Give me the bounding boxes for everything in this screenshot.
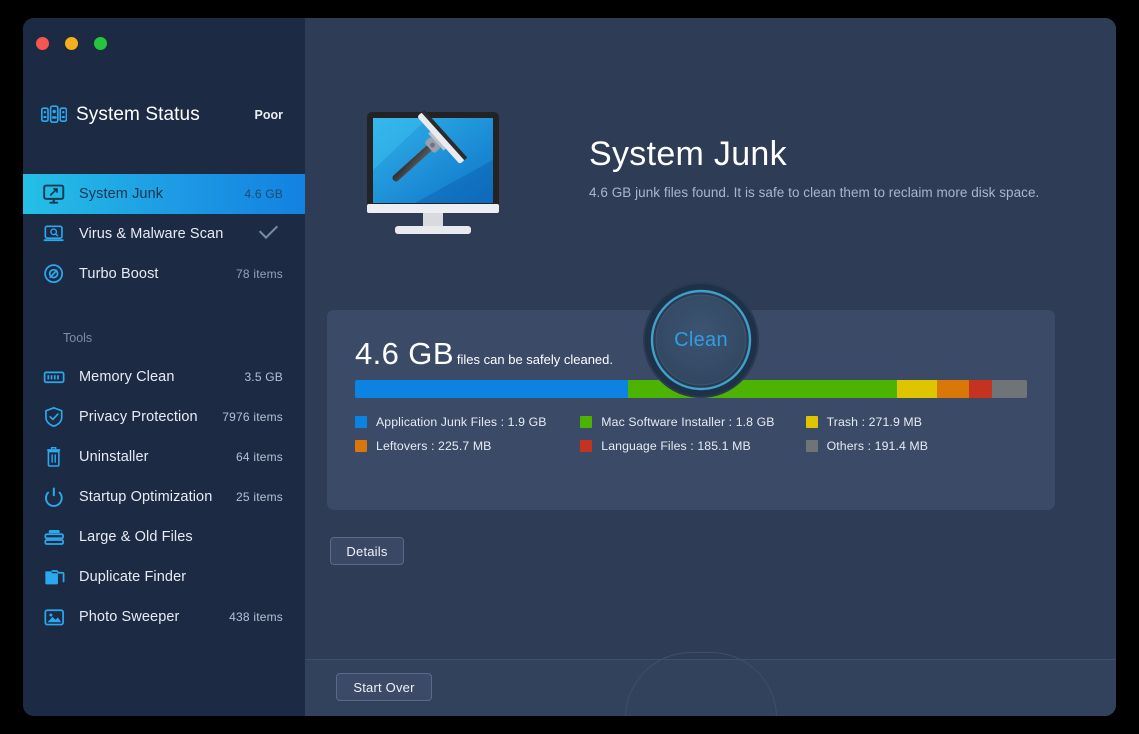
sidebar-item-value: 7976 items [222,410,283,424]
sidebar-item-value: 25 items [236,490,283,504]
cleanable-amount-suffix: files can be safely cleaned. [456,352,614,367]
sidebar-item-privacy-protection[interactable]: Privacy Protection 7976 items [23,397,305,437]
bar-segment-language-files [969,380,993,398]
junk-breakdown-legend: Application Junk Files : 1.9 GB Mac Soft… [355,410,1031,458]
legend-swatch [580,440,593,452]
legend-label: Leftovers : 225.7 MB [376,439,492,453]
system-status-icon [41,104,68,126]
system-status-title: System Status [76,104,200,125]
bar-segment-leftovers [936,380,970,398]
hero-text: System Junk 4.6 GB junk files found. It … [589,135,1040,201]
monitor-junk-icon [41,182,67,206]
sidebar-item-duplicate-finder[interactable]: Duplicate Finder [23,557,305,597]
hero-section: System Junk 4.6 GB junk files found. It … [345,108,1116,268]
window-controls [36,37,107,50]
sidebar-item-startup-optimization[interactable]: Startup Optimization 25 items [23,477,305,517]
tools-nav: Memory Clean 3.5 GB Privacy Protection 7… [23,357,305,637]
start-over-button[interactable]: Start Over [336,673,432,701]
cleanable-amount: 4.6 GB files can be safely cleaned. [355,336,613,372]
legend-label: Application Junk Files : 1.9 GB [376,415,547,429]
legend-swatch [805,440,818,452]
memory-icon [41,365,67,389]
sidebar-item-label: Photo Sweeper [79,609,180,625]
sidebar-item-label: Privacy Protection [79,409,198,425]
sidebar-item-value: 438 items [229,610,283,624]
sidebar-item-large-old-files[interactable]: Large & Old Files [23,517,305,557]
legend-item: Mac Software Installer : 1.8 GB [580,410,805,434]
sidebar-item-label: System Junk [79,186,164,202]
sidebar-item-label: Duplicate Finder [79,569,187,585]
tools-section-label: Tools [63,331,93,345]
sidebar: System Status Poor System Junk 4.6 GB Vi… [23,18,305,716]
sidebar-item-label: Large & Old Files [79,529,193,545]
power-icon [41,485,67,509]
sidebar-item-uninstaller[interactable]: Uninstaller 64 items [23,437,305,477]
shield-icon [41,405,67,429]
legend-item: Trash : 271.9 MB [805,410,1031,434]
cleanable-amount-value: 4.6 GB [355,336,454,371]
sidebar-item-label: Virus & Malware Scan [79,226,224,242]
clean-button[interactable]: Clean [641,280,761,400]
bar-segment-trash [896,380,937,398]
close-button[interactable] [36,37,49,50]
legend-item: Others : 191.4 MB [805,434,1031,458]
minimize-button[interactable] [65,37,78,50]
sidebar-item-label: Memory Clean [79,369,175,385]
sidebar-item-label: Startup Optimization [79,489,213,505]
sidebar-item-value: 78 items [236,267,283,281]
clean-button-label: Clean [674,328,728,351]
monitor-with-squeegee-illustration [353,108,513,248]
legend-label: Others : 191.4 MB [826,439,929,453]
photo-icon [41,605,67,629]
primary-nav: System Junk 4.6 GB Virus & Malware Scan [23,174,305,294]
stack-icon [41,525,67,549]
maximize-button[interactable] [94,37,107,50]
turbo-boost-icon [41,262,67,286]
legend-label: Language Files : 185.1 MB [601,439,751,453]
sidebar-item-system-junk[interactable]: System Junk 4.6 GB [23,174,305,214]
legend-swatch [355,416,367,428]
scan-complete-check-icon [266,229,283,240]
legend-item: Language Files : 185.1 MB [580,434,805,458]
legend-item: Application Junk Files : 1.9 GB [355,410,580,434]
bar-segment-others [992,380,1027,398]
app-window: System Status Poor System Junk 4.6 GB Vi… [23,18,1116,716]
sidebar-item-virus-malware-scan[interactable]: Virus & Malware Scan [23,214,305,254]
sidebar-item-value: 3.5 GB [244,370,283,384]
sidebar-item-memory-clean[interactable]: Memory Clean 3.5 GB [23,357,305,397]
page-title: System Junk [589,135,787,173]
legend-swatch [580,416,593,428]
legend-label: Trash : 271.9 MB [826,415,923,429]
sidebar-item-value: 4.6 GB [244,187,283,201]
copy-folder-icon [41,565,67,589]
system-status-header[interactable]: System Status Poor [23,83,305,147]
clean-button-notch [625,652,777,716]
sidebar-item-value: 64 items [236,450,283,464]
bar-segment-application-junk-files [355,380,628,398]
sidebar-item-label: Turbo Boost [79,266,159,282]
legend-swatch [355,440,367,452]
system-status-value: Poor [254,108,283,122]
main-content: System Junk 4.6 GB junk files found. It … [305,18,1116,716]
legend-swatch [805,416,818,428]
sidebar-item-label: Uninstaller [79,449,149,465]
malware-scan-icon [41,222,67,246]
legend-item: Leftovers : 225.7 MB [355,434,580,458]
legend-label: Mac Software Installer : 1.8 GB [601,415,775,429]
sidebar-item-turbo-boost[interactable]: Turbo Boost 78 items [23,254,305,294]
sidebar-item-photo-sweeper[interactable]: Photo Sweeper 438 items [23,597,305,637]
trash-icon [41,445,67,469]
details-button[interactable]: Details [330,537,404,565]
page-subtitle: 4.6 GB junk files found. It is safe to c… [589,185,1040,201]
